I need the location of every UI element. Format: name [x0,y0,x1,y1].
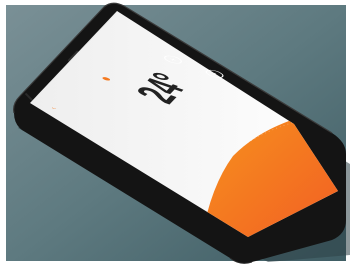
photo [0,0,352,267]
